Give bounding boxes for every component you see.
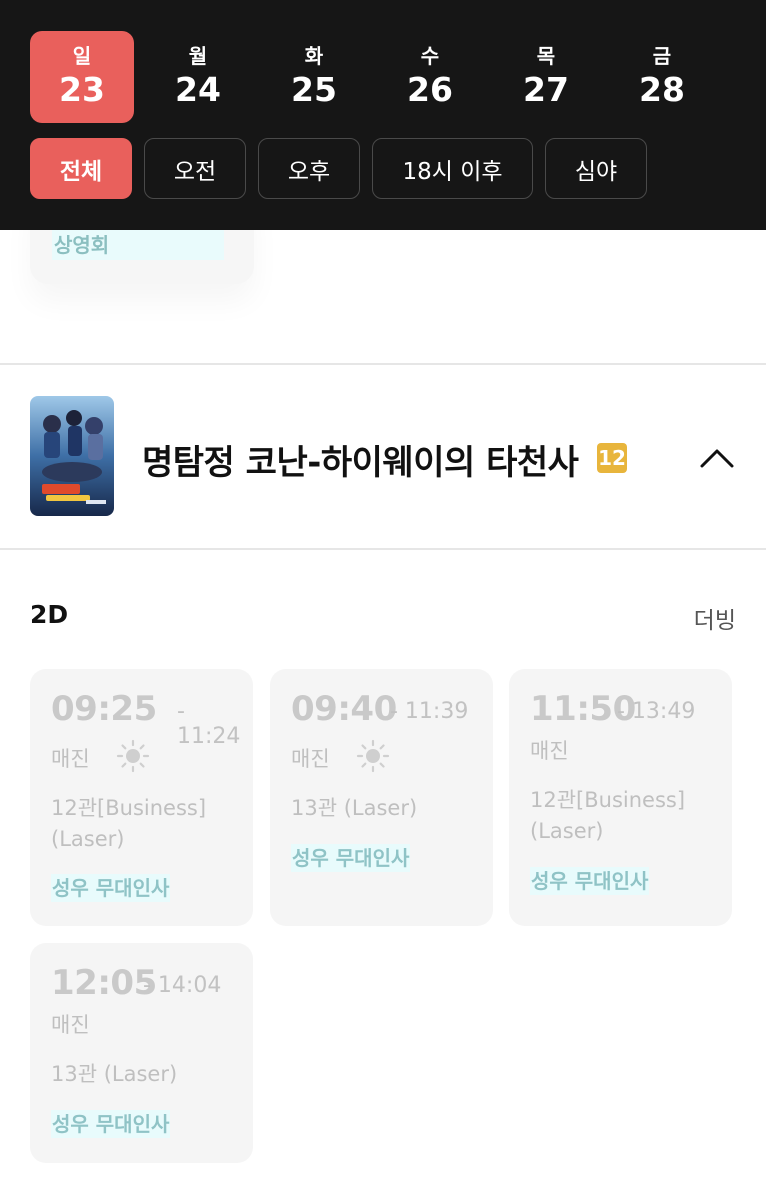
end-time: - 11:39 xyxy=(390,699,469,724)
end-time: - 14:04 xyxy=(143,973,222,998)
section-divider xyxy=(0,548,766,550)
showtime-card[interactable]: 11:50 - 13:49 매진 12관[Business] (Laser) 성… xyxy=(509,669,732,926)
date-item-24[interactable]: 월 24 xyxy=(146,31,250,123)
event-tag: 성우 무대인사 xyxy=(530,867,650,895)
day-of-week: 목 xyxy=(536,44,556,68)
day-number: 26 xyxy=(407,70,453,109)
filter-all-chip[interactable]: 전체 xyxy=(30,138,132,199)
audio-type-label: 더빙 xyxy=(693,608,736,634)
filter-late-night-chip[interactable]: 심야 xyxy=(545,138,647,199)
date-selector: 일 23 월 24 화 25 수 26 목 27 금 28 xyxy=(30,31,726,123)
time-filter-bar: 전체 오전 오후 18시 이후 심야 xyxy=(30,138,659,199)
filter-afternoon-chip[interactable]: 오후 xyxy=(258,138,360,199)
event-tag: 상영회 xyxy=(52,230,224,260)
date-item-27[interactable]: 목 27 xyxy=(494,31,598,123)
date-item-25[interactable]: 화 25 xyxy=(262,31,366,123)
end-time: - 13:49 xyxy=(617,699,696,724)
sun-icon xyxy=(356,739,390,773)
screen-hall: 12관[Business] (Laser) xyxy=(530,788,686,843)
movie-poster[interactable] xyxy=(30,396,114,516)
day-number: 27 xyxy=(523,70,569,109)
day-of-week: 화 xyxy=(304,44,324,68)
date-item-28[interactable]: 금 28 xyxy=(610,31,714,123)
day-of-week: 월 xyxy=(188,44,208,68)
movie-title: 명탐정 코난-하이웨이의 타천사 xyxy=(142,443,579,483)
showtime-card[interactable]: 09:40 - 11:39 매진 13관 (Laser) 성우 무대인사 xyxy=(270,669,493,926)
event-tag: 성우 무대인사 xyxy=(51,874,171,902)
day-number: 28 xyxy=(639,70,685,109)
end-time: - 11:24 xyxy=(177,699,241,749)
age-rating-badge: 12 xyxy=(597,443,627,473)
screen-hall: 12관[Business] (Laser) xyxy=(51,796,207,851)
filter-morning-chip[interactable]: 오전 xyxy=(144,138,246,199)
event-tag: 성우 무대인사 xyxy=(291,844,411,872)
seat-status: 매진 xyxy=(291,747,330,771)
day-of-week: 수 xyxy=(420,44,440,68)
day-of-week: 일 xyxy=(72,44,92,68)
date-item-26[interactable]: 수 26 xyxy=(378,31,482,123)
seat-status: 매진 xyxy=(51,1013,90,1037)
showtime-card[interactable]: 09:25 - 11:24 매진 12관[Business] (Laser) 성… xyxy=(30,669,253,926)
day-number: 23 xyxy=(59,70,105,109)
screen-hall: 13관 (Laser) xyxy=(291,796,418,820)
start-time: 09:40 xyxy=(291,689,397,729)
screen-format-label: 2D xyxy=(30,600,69,629)
event-tag: 성우 무대인사 xyxy=(51,1110,171,1138)
date-item-23[interactable]: 일 23 xyxy=(30,31,134,123)
filter-after-18-chip[interactable]: 18시 이후 xyxy=(372,138,533,199)
section-divider xyxy=(0,363,766,365)
seat-status: 매진 xyxy=(530,739,569,763)
day-number: 24 xyxy=(175,70,221,109)
sun-icon xyxy=(116,739,150,773)
showtime-card[interactable]: 12:05 - 14:04 매진 13관 (Laser) 성우 무대인사 xyxy=(30,943,253,1163)
start-time: 09:25 xyxy=(51,689,157,729)
day-of-week: 금 xyxy=(652,44,672,68)
date-header: 일 23 월 24 화 25 수 26 목 27 금 28 전체 오전 오후 1… xyxy=(0,0,766,230)
chevron-up-icon[interactable] xyxy=(698,440,736,474)
seat-status: 매진 xyxy=(51,747,90,771)
screen-hall: 13관 (Laser) xyxy=(51,1062,178,1086)
start-time: 12:05 xyxy=(51,963,157,1003)
day-number: 25 xyxy=(291,70,337,109)
